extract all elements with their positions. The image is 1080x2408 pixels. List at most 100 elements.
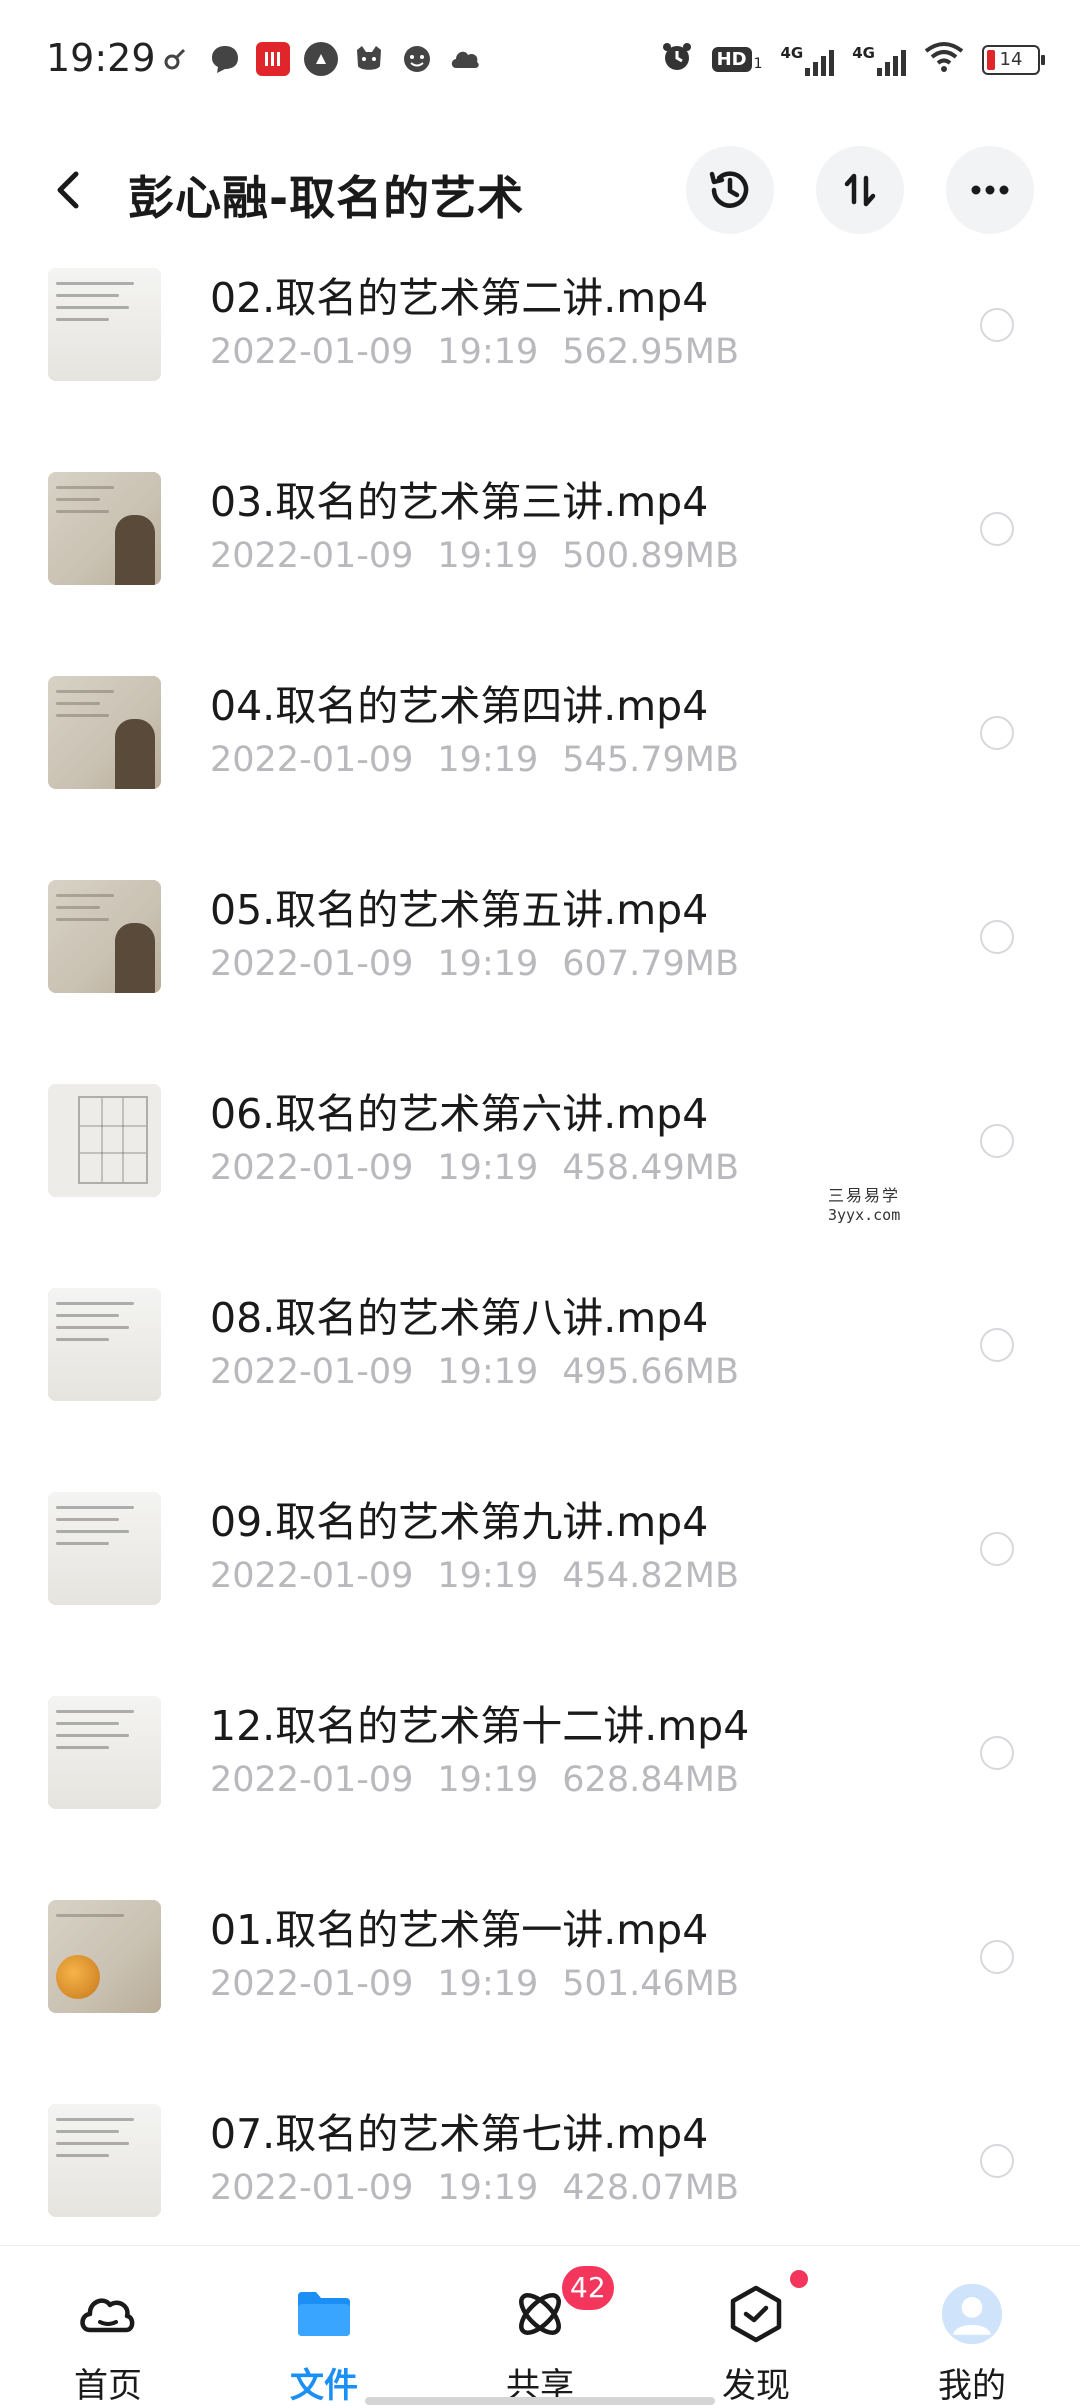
watermark-line1: 三易易学 <box>828 1186 901 1205</box>
face-app-icon <box>400 42 434 76</box>
signal-bars-icon <box>805 48 835 76</box>
file-time: 19:19 <box>437 1760 539 1800</box>
file-size: 562.95MB <box>562 332 739 372</box>
link-icon <box>160 42 194 76</box>
file-meta: 2022-01-09 19:19 545.79MB <box>210 740 739 780</box>
video-thumbnail <box>48 1288 161 1401</box>
select-radio[interactable] <box>980 1124 1014 1158</box>
file-name: 07.取名的艺术第七讲.mp4 <box>210 2110 709 2158</box>
file-size: 501.46MB <box>562 1964 739 2004</box>
file-meta: 2022-01-09 19:19 562.95MB <box>210 332 739 372</box>
nav-share[interactable]: 42 共享 <box>432 2246 648 2408</box>
wifi-icon <box>924 41 964 78</box>
folder-icon <box>292 2282 356 2346</box>
share-badge: 42 <box>562 2266 614 2310</box>
file-name: 09.取名的艺术第九讲.mp4 <box>210 1498 709 1546</box>
cloud-home-icon <box>76 2282 140 2346</box>
video-thumbnail <box>48 1696 161 1809</box>
header: 彭心融-取名的艺术 <box>0 140 1080 240</box>
watermark: 三易易学 3yyx.com <box>818 1178 988 1234</box>
file-name: 05.取名的艺术第五讲.mp4 <box>210 886 709 934</box>
back-button[interactable] <box>42 162 98 218</box>
nav-profile[interactable]: 我的 <box>864 2246 1080 2408</box>
file-row[interactable]: 07.取名的艺术第七讲.mp4 2022-01-09 19:19 428.07MB <box>0 2046 1080 2245</box>
file-date: 2022-01-09 <box>210 536 414 576</box>
select-radio[interactable] <box>980 2144 1014 2178</box>
file-time: 19:19 <box>437 1148 539 1188</box>
cloud-icon <box>448 42 482 76</box>
select-radio[interactable] <box>980 1328 1014 1362</box>
nav-discover[interactable]: 发现 <box>648 2246 864 2408</box>
file-date: 2022-01-09 <box>210 1148 414 1188</box>
select-radio[interactable] <box>980 1532 1014 1566</box>
file-date: 2022-01-09 <box>210 332 414 372</box>
file-meta: 2022-01-09 19:19 628.84MB <box>210 1760 739 1800</box>
file-row[interactable]: 05.取名的艺术第五讲.mp4 2022-01-09 19:19 607.79MB <box>0 822 1080 1026</box>
network-type-2: 4G <box>852 43 875 62</box>
notification-icons <box>160 42 482 76</box>
select-radio[interactable] <box>980 512 1014 546</box>
file-row[interactable]: 04.取名的艺术第四讲.mp4 2022-01-09 19:19 545.79MB <box>0 618 1080 822</box>
home-indicator[interactable] <box>365 2397 715 2405</box>
file-size: 545.79MB <box>562 740 739 780</box>
page-title: 彭心融-取名的艺术 <box>128 171 525 225</box>
file-name: 06.取名的艺术第六讲.mp4 <box>210 1090 709 1138</box>
file-row[interactable]: 03.取名的艺术第三讲.mp4 2022-01-09 19:19 500.89MB <box>0 414 1080 618</box>
battery-icon: 14 <box>982 44 1045 75</box>
file-row[interactable]: 09.取名的艺术第九讲.mp4 2022-01-09 19:19 454.82MB <box>0 1434 1080 1638</box>
sort-button[interactable] <box>816 146 904 234</box>
file-time: 19:19 <box>437 2168 539 2208</box>
file-row[interactable]: 08.取名的艺术第八讲.mp4 2022-01-09 19:19 495.66MB <box>0 1230 1080 1434</box>
file-time: 19:19 <box>437 740 539 780</box>
discover-dot <box>790 2270 808 2288</box>
battery-level: 14 <box>999 49 1023 70</box>
video-thumbnail <box>48 676 161 789</box>
file-name: 01.取名的艺术第一讲.mp4 <box>210 1906 709 1954</box>
file-time: 19:19 <box>437 944 539 984</box>
file-size: 495.66MB <box>562 1352 739 1392</box>
system-status: HD 1 4G 4G 14 <box>660 40 1045 79</box>
history-button[interactable] <box>686 146 774 234</box>
file-date: 2022-01-09 <box>210 1352 414 1392</box>
signal-2: 4G <box>852 44 906 76</box>
file-row[interactable]: 02.取名的艺术第二讲.mp4 2022-01-09 19:19 562.95MB <box>0 240 1080 414</box>
file-date: 2022-01-09 <box>210 944 414 984</box>
file-date: 2022-01-09 <box>210 1760 414 1800</box>
select-radio[interactable] <box>980 308 1014 342</box>
file-time: 19:19 <box>437 536 539 576</box>
file-list[interactable]: 02.取名的艺术第二讲.mp4 2022-01-09 19:19 562.95MB 03… <box>0 240 1080 2245</box>
video-thumbnail <box>48 1084 161 1197</box>
select-radio[interactable] <box>980 716 1014 750</box>
file-row[interactable]: 12.取名的艺术第十二讲.mp4 2022-01-09 19:19 628.84MB <box>0 1638 1080 1842</box>
select-radio[interactable] <box>980 1940 1014 1974</box>
signal-1: 4G <box>781 44 835 76</box>
more-button[interactable] <box>946 146 1034 234</box>
file-meta: 2022-01-09 19:19 458.49MB <box>210 1148 739 1188</box>
video-thumbnail <box>48 268 161 381</box>
nav-files[interactable]: 文件 <box>216 2246 432 2408</box>
video-thumbnail <box>48 880 161 993</box>
file-row[interactable]: 01.取名的艺术第一讲.mp4 2022-01-09 19:19 501.46MB <box>0 1842 1080 2046</box>
network-type-1: 4G <box>780 43 804 62</box>
compass-app-icon <box>304 42 338 76</box>
file-size: 628.84MB <box>562 1760 739 1800</box>
file-date: 2022-01-09 <box>210 1964 414 2004</box>
nav-home[interactable]: 首页 <box>0 2246 216 2408</box>
file-size: 428.07MB <box>562 2168 739 2208</box>
file-time: 19:19 <box>437 1964 539 2004</box>
file-size: 607.79MB <box>562 944 739 984</box>
file-name: 12.取名的艺术第十二讲.mp4 <box>210 1702 750 1750</box>
nav-home-label: 首页 <box>74 2366 142 2406</box>
select-radio[interactable] <box>980 920 1014 954</box>
file-meta: 2022-01-09 19:19 454.82MB <box>210 1556 739 1596</box>
alarm-icon <box>660 40 694 79</box>
select-radio[interactable] <box>980 1736 1014 1770</box>
sim-index: 1 <box>753 56 763 72</box>
chat-icon <box>208 42 242 76</box>
history-icon <box>709 171 749 208</box>
file-meta: 2022-01-09 19:19 607.79MB <box>210 944 739 984</box>
file-size: 458.49MB <box>562 1148 739 1188</box>
file-meta: 2022-01-09 19:19 428.07MB <box>210 2168 739 2208</box>
sort-icon <box>844 173 876 207</box>
cat-app-icon <box>352 42 386 76</box>
